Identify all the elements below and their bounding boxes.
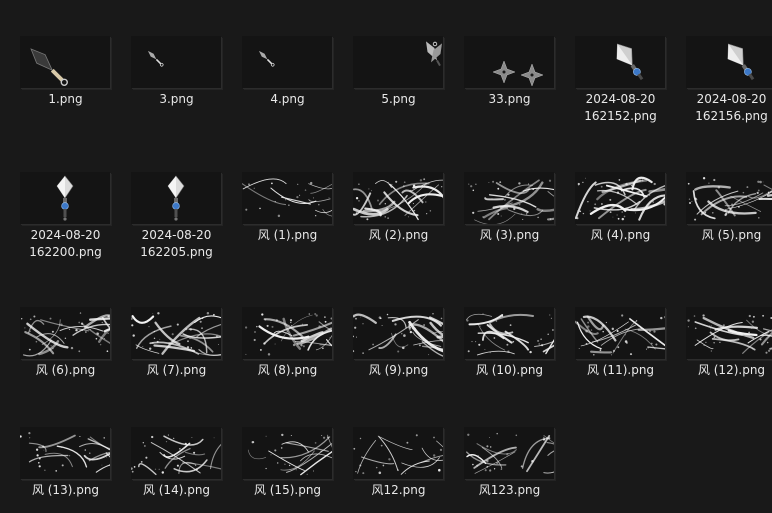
file-name: 风 (12).png: [697, 363, 766, 377]
wind-effect-icon: [131, 427, 221, 479]
upright-kunai-icon: [20, 172, 110, 224]
wind-effect-icon: [464, 427, 554, 479]
wind-effect-icon: [575, 307, 665, 359]
kunai-pair-icon: [353, 36, 443, 88]
wind-effect-icon: [686, 307, 772, 359]
wind-effect-icon: [353, 307, 443, 359]
file-grid: 1.png 3.png 4.png 5.png 33.png 2024-08-2…: [0, 0, 772, 513]
blue-gem-kunai-icon: [575, 36, 665, 88]
small-kunai-icon: [242, 36, 332, 88]
wind-effect-icon: [242, 427, 332, 479]
blue-gem-kunai-icon: [686, 36, 772, 88]
small-kunai-icon: [131, 36, 221, 88]
wind-effect-icon: [575, 172, 665, 224]
shuriken-icon: [464, 36, 554, 88]
wind-effect-icon: [20, 307, 110, 359]
file-name: 风123.png: [478, 483, 541, 497]
wind-effect-icon: [353, 172, 443, 224]
wind-effect-icon: [131, 307, 221, 359]
upright-kunai-icon: [131, 172, 221, 224]
wind-effect-icon: [242, 172, 332, 224]
wind-effect-icon: [686, 172, 772, 224]
wind-effect-icon: [242, 307, 332, 359]
wind-effect-icon: [353, 427, 443, 479]
wind-effect-icon: [20, 427, 110, 479]
wind-effect-icon: [464, 307, 554, 359]
file-name: 风 (5).png: [701, 228, 762, 242]
wind-effect-icon: [464, 172, 554, 224]
file-name: 2024-08-20 162156.png: [695, 92, 768, 123]
kunai-icon: [20, 36, 110, 88]
